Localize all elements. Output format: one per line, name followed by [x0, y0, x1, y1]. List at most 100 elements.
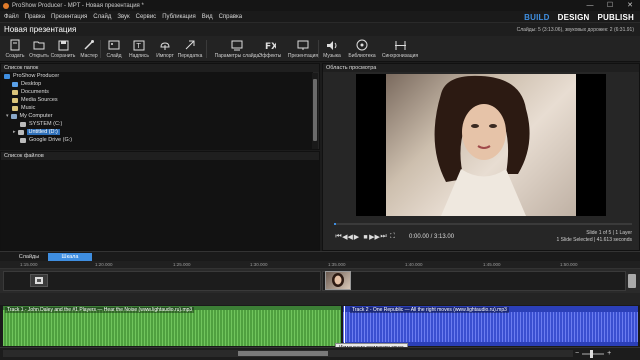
tree-item-documents[interactable]: Documents [12, 88, 49, 96]
tab-slides[interactable]: Слайды [14, 253, 44, 261]
zoom-controls: − + [575, 348, 639, 359]
toolbar: Создать Открыть Сохранить Мастер Слайд T… [0, 36, 640, 62]
import-button[interactable]: Импорт [152, 37, 178, 61]
menu-audio[interactable]: Звук [117, 14, 129, 20]
expand-arrow-icon[interactable]: ▾ [6, 113, 9, 119]
folder-icon [12, 97, 18, 103]
library-button[interactable]: Библиотека [348, 37, 376, 61]
file-list-title: Список файлов [1, 152, 319, 160]
caption-button[interactable]: T Надпись [126, 37, 152, 61]
transfer-icon [184, 39, 196, 51]
project-bar: Новая презентация Слайды: 5 (3:13.06), з… [0, 22, 640, 36]
folder-scrollbar[interactable] [312, 73, 318, 149]
playback-time: 0:00.00 / 3:13.00 [409, 234, 455, 240]
presentation-button[interactable]: Презентация [288, 37, 318, 61]
menu-edit[interactable]: Правка [25, 14, 45, 20]
menu-file[interactable]: Файл [4, 14, 19, 20]
presentation-icon [297, 39, 309, 51]
slide-thumbnail[interactable] [30, 274, 48, 287]
timeline-gap [0, 293, 640, 305]
preview-photo [386, 74, 576, 216]
tree-item-music[interactable]: Music [12, 104, 35, 112]
tree-item-proshow[interactable]: ProShow Producer [4, 72, 59, 80]
expand-arrow-icon[interactable]: ▸ [13, 129, 16, 135]
skip-forward-icon[interactable]: ⏭ [379, 232, 388, 242]
timeline-ruler[interactable]: 1:15.000 1:20.000 1:25.000 1:30.000 1:35… [0, 261, 640, 269]
menu-view[interactable]: Вид [202, 14, 213, 20]
tree-item-my-computer[interactable]: ▾ My Computer [6, 112, 53, 120]
close-button[interactable]: ✕ [620, 0, 640, 11]
timeline-scrollbar[interactable] [3, 350, 573, 357]
rewind-icon[interactable]: ◀◀ [342, 232, 353, 242]
preview-seekbar[interactable] [334, 223, 632, 225]
timeline-tabs: Слайды Шкала [0, 251, 640, 261]
slide-selected-text: 1 Slide Selected | 41.613 seconds [556, 237, 632, 243]
sync-icon [394, 39, 406, 51]
app-icon [3, 2, 9, 9]
drive-icon [17, 129, 24, 135]
library-icon [356, 39, 368, 51]
music-button[interactable]: Музыка [319, 37, 345, 61]
title-bar: ProShow Producer - MPT - Новая презентац… [0, 0, 640, 11]
mode-build[interactable]: BUILD [524, 13, 549, 22]
open-button[interactable]: Открыть [26, 37, 52, 61]
tree-item-untitled-d[interactable]: ▸ Untitled (D:) [13, 128, 60, 136]
wizard-icon [83, 39, 95, 51]
menu-show[interactable]: Презентация [51, 14, 87, 20]
folder-tree: ProShow Producer Desktop Documents Media… [1, 72, 313, 150]
save-button[interactable]: Сохранить [50, 37, 76, 61]
fx-icon: FX [264, 39, 276, 51]
wizard-button[interactable]: Мастер [76, 37, 102, 61]
mode-publish[interactable]: PUBLISH [597, 13, 634, 22]
folder-icon [12, 81, 18, 87]
zoom-out-button[interactable]: − [575, 350, 579, 357]
sync-button[interactable]: Синхронизация [382, 37, 418, 61]
slide-count-text: Slide 1 of 5 | 1 Layer [586, 230, 632, 236]
preview-screen[interactable] [356, 74, 606, 216]
menu-publish[interactable]: Публикация [162, 14, 196, 20]
slide-button[interactable]: Слайд [101, 37, 127, 61]
volume-point-marker[interactable] [344, 306, 345, 348]
ruler-tick-label: 1:40.000 [405, 262, 423, 267]
folder-icon [12, 105, 18, 111]
audio-track-2-label: Track 2 - One Republic — All the right m… [350, 307, 509, 313]
svg-text:T: T [136, 42, 142, 50]
slide-thumbnail-photo[interactable] [325, 271, 351, 290]
fullscreen-icon[interactable]: ⛶ [388, 232, 397, 242]
mode-design[interactable]: DESIGN [558, 13, 590, 22]
ruler-tick-label: 1:20.000 [95, 262, 113, 267]
tab-timeline[interactable]: Шкала [48, 253, 92, 261]
transfer-button[interactable]: Передатка [177, 37, 203, 61]
menu-slide[interactable]: Слайд [93, 14, 111, 20]
minimize-button[interactable]: — [580, 0, 600, 11]
forward-icon[interactable]: ▶▶ [369, 232, 380, 242]
slide-block[interactable] [322, 271, 626, 291]
slide-options-button[interactable]: Параметры слайда [215, 37, 259, 61]
file-list-panel: Список файлов [0, 151, 320, 251]
project-name: Новая презентация [4, 25, 77, 34]
audio-waveform-2 [343, 312, 638, 342]
ruler-tick-label: 1:35.000 [328, 262, 346, 267]
tree-item-desktop[interactable]: Desktop [12, 80, 41, 88]
tree-item-media-sources[interactable]: Media Sources [12, 96, 58, 104]
computer-icon [10, 113, 17, 119]
folder-list-title: Список папок [1, 64, 319, 72]
zoom-slider[interactable] [582, 349, 605, 358]
folder-icon [4, 73, 10, 79]
maximize-button[interactable]: ☐ [600, 0, 620, 11]
play-icon[interactable]: ▶ [352, 232, 361, 242]
tree-item-google-drive[interactable]: Google Drive (G:) [20, 136, 72, 144]
audio-track-1-label: Track 1 - John Daley and the #1 Players … [5, 307, 195, 313]
menu-tools[interactable]: Сервис [136, 14, 157, 20]
slide-end-marker-icon[interactable] [628, 274, 636, 288]
zoom-in-button[interactable]: + [607, 350, 611, 357]
menu-help[interactable]: Справка [219, 14, 243, 20]
effects-button[interactable]: FX Эффекты [257, 37, 283, 61]
tree-item-system-c[interactable]: SYSTEM (C:) [20, 120, 62, 128]
slide-block[interactable] [3, 271, 321, 291]
new-button[interactable]: Создать [2, 37, 28, 61]
music-icon [326, 39, 338, 51]
new-icon [9, 39, 21, 51]
caption-icon: T [133, 39, 145, 51]
slide-icon [108, 39, 120, 51]
